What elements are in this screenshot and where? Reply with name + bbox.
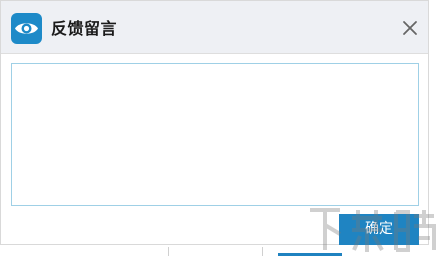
feedback-dialog: 反馈留言 确定 [0, 0, 429, 245]
background-divider [262, 247, 263, 256]
background-divider [168, 247, 169, 256]
dialog-title: 反馈留言 [51, 19, 118, 38]
close-button[interactable] [400, 18, 420, 38]
eye-icon [11, 13, 42, 44]
dialog-titlebar: 反馈留言 [1, 1, 428, 54]
background-area [0, 245, 439, 256]
feedback-message-input[interactable] [11, 63, 419, 206]
close-icon [403, 21, 417, 35]
confirm-button[interactable]: 确定 [339, 214, 419, 245]
